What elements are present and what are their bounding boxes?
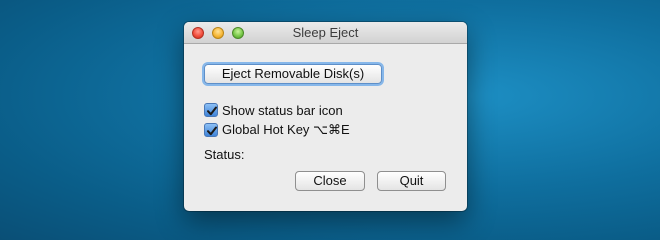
desktop-background: Sleep Eject Eject Removable Disk(s) Show… — [0, 0, 660, 240]
eject-removable-disks-button[interactable]: Eject Removable Disk(s) — [204, 64, 382, 84]
title-bar[interactable]: Sleep Eject — [184, 22, 467, 44]
close-button[interactable]: Close — [295, 171, 365, 191]
show-status-bar-icon-option[interactable]: Show status bar icon — [204, 102, 343, 118]
global-hot-key-option[interactable]: Global Hot Key ⌥⌘E — [204, 122, 350, 138]
checkmark-icon — [207, 126, 217, 136]
show-status-bar-icon-label: Show status bar icon — [222, 102, 343, 118]
show-status-bar-icon-checkbox[interactable] — [204, 103, 218, 117]
window-title: Sleep Eject — [292, 25, 359, 40]
global-hot-key-checkbox[interactable] — [204, 123, 218, 137]
sleep-eject-window: Sleep Eject Eject Removable Disk(s) Show… — [184, 22, 467, 211]
checkmark-icon — [207, 106, 217, 116]
global-hot-key-label: Global Hot Key ⌥⌘E — [222, 122, 350, 137]
quit-button[interactable]: Quit — [377, 171, 446, 191]
status-label: Status: — [204, 147, 245, 162]
